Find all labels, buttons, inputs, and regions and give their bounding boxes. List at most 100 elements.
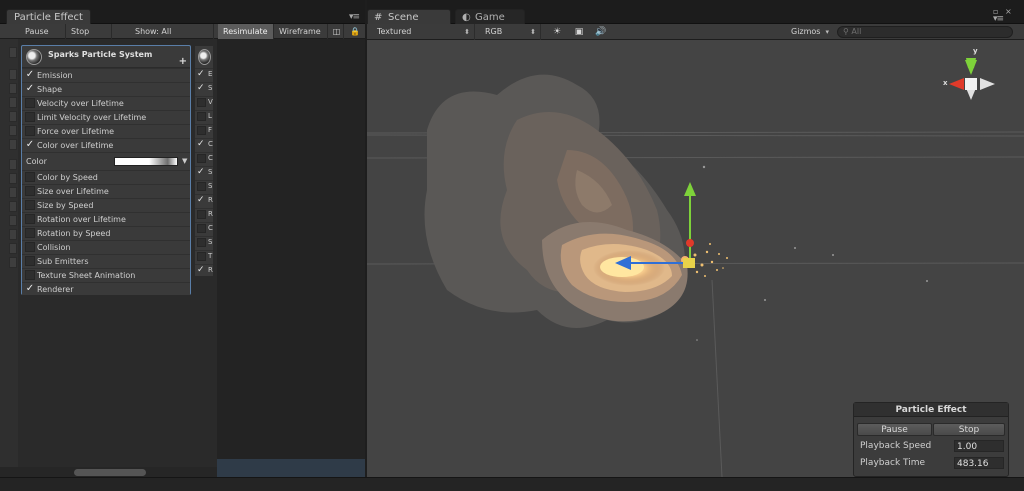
checkbox-unchecked[interactable] [25, 228, 35, 238]
checkbox-unchecked[interactable] [25, 200, 35, 210]
checkbox-unchecked[interactable] [25, 270, 35, 280]
module-row[interactable]: Color by Speed [22, 170, 190, 183]
module-row[interactable]: Force over Lifetime [22, 124, 190, 137]
scene-search-input[interactable]: ⚲ All [837, 26, 1013, 38]
layout-icon[interactable]: ◫ [330, 24, 344, 39]
module-row[interactable]: Size over Lifetime [22, 184, 190, 197]
tab-particle-effect[interactable]: Particle Effect [6, 9, 91, 25]
module-row[interactable]: ✓ E [195, 68, 213, 81]
checkbox-unchecked[interactable] [25, 98, 35, 108]
color-over-lifetime-field[interactable]: Color ▼ [22, 152, 190, 170]
second-particle-system-panel[interactable]: ✓ E ✓ S V L F ✓ C C ✓ S S ✓ R R C S T ✓ R [194, 45, 214, 277]
color-gradient-swatch[interactable] [114, 157, 178, 166]
module-row[interactable]: V [195, 96, 213, 109]
render-mode-dropdown[interactable]: Textured ⬍ [371, 24, 475, 40]
pause-button[interactable]: Pause [20, 24, 66, 39]
checkbox-unchecked[interactable] [25, 242, 35, 252]
checkbox-unchecked[interactable] [197, 98, 206, 107]
resimulate-toggle[interactable]: Resimulate [218, 24, 274, 39]
checkbox-unchecked[interactable] [197, 154, 206, 163]
checkbox-checked-icon[interactable]: ✓ [25, 84, 35, 94]
module-row[interactable]: S [195, 180, 213, 193]
pivot-handle[interactable] [683, 258, 695, 268]
checkbox-unchecked[interactable] [197, 112, 206, 121]
module-row[interactable]: ✓ Emission [22, 68, 190, 81]
checkbox-unchecked[interactable] [197, 252, 206, 261]
module-row[interactable]: Limit Velocity over Lifetime [22, 110, 190, 123]
module-row[interactable]: Rotation over Lifetime [22, 212, 190, 225]
checkbox-unchecked[interactable] [25, 126, 35, 136]
tab-game[interactable]: ◐ Game [455, 9, 525, 25]
checkbox-unchecked[interactable] [197, 210, 206, 219]
gizmos-dropdown[interactable]: Gizmos ▾ [785, 24, 833, 40]
overlay-stop-button[interactable]: Stop [933, 423, 1005, 436]
sparks-particle-system-panel[interactable]: Sparks Particle System + ✓ Emission ✓ Shape… [21, 45, 191, 295]
audio-toggle-icon[interactable]: 🔊 [591, 26, 611, 38]
tab-scene[interactable]: # Scene [367, 9, 451, 25]
checkbox-unchecked[interactable] [25, 186, 35, 196]
chevron-down-icon[interactable]: ▼ [182, 157, 187, 165]
checkbox-checked-icon[interactable]: ✓ [25, 284, 35, 294]
horizontal-scrollbar[interactable] [0, 467, 217, 477]
module-row[interactable]: ✓ Shape [22, 82, 190, 95]
checkbox-unchecked[interactable] [25, 112, 35, 122]
module-row[interactable]: L [195, 110, 213, 123]
module-row[interactable]: F [195, 124, 213, 137]
add-module-button[interactable]: + [179, 56, 187, 67]
lighting-toggle-icon[interactable]: ☀ [547, 26, 567, 38]
stop-button[interactable]: Stop [66, 24, 112, 39]
scrollbar-thumb[interactable] [74, 469, 146, 476]
module-row[interactable]: Sub Emitters [22, 254, 190, 267]
checkbox-unchecked[interactable] [197, 126, 206, 135]
checkbox-checked-icon[interactable]: ✓ [197, 140, 206, 149]
lock-icon[interactable]: 🔒 [348, 24, 362, 39]
module-row[interactable]: Velocity over Lifetime [22, 96, 190, 109]
panel-menu-icon[interactable]: ▾≡ [993, 14, 1004, 24]
checkbox-unchecked[interactable] [25, 214, 35, 224]
wireframe-toggle[interactable]: Wireframe [274, 24, 328, 39]
module-row[interactable]: R [195, 208, 213, 221]
strip-marker [9, 125, 17, 136]
checkbox-checked-icon[interactable]: ✓ [197, 168, 206, 177]
checkbox-checked-icon[interactable]: ✓ [197, 70, 206, 79]
checkbox-unchecked[interactable] [197, 238, 206, 247]
checkbox-unchecked[interactable] [197, 182, 206, 191]
checkbox-checked-icon[interactable]: ✓ [25, 70, 35, 80]
checkbox-checked-icon[interactable]: ✓ [197, 266, 206, 275]
module-row[interactable]: ✓ Color over Lifetime [22, 138, 190, 151]
overlay-pause-button[interactable]: Pause [857, 423, 932, 436]
checkbox-checked-icon[interactable]: ✓ [197, 196, 206, 205]
module-row[interactable]: ✓ R [195, 264, 213, 277]
module-row[interactable]: ✓ R [195, 194, 213, 207]
x-axis-handle[interactable] [686, 239, 694, 247]
checkbox-unchecked[interactable] [25, 172, 35, 182]
scene-fx-icon[interactable]: ▣ [569, 26, 589, 38]
module-row[interactable]: ✓ Renderer [22, 282, 190, 295]
module-row[interactable]: ✓ S [195, 166, 213, 179]
module-row[interactable]: C [195, 222, 213, 235]
module-row[interactable]: Size by Speed [22, 198, 190, 211]
color-mode-dropdown[interactable]: RGB ⬍ [479, 24, 541, 40]
module-row[interactable]: Rotation by Speed [22, 226, 190, 239]
strip-marker [9, 111, 17, 122]
module-row[interactable]: T [195, 250, 213, 263]
show-dropdown[interactable]: Show: All [130, 24, 214, 39]
module-row[interactable]: C [195, 152, 213, 165]
panel-menu-icon[interactable]: ▾≡ [349, 12, 360, 22]
particle-system-header[interactable]: Sparks Particle System + [22, 46, 190, 68]
playback-time-field[interactable]: 483.16 [954, 457, 1004, 469]
checkbox-unchecked[interactable] [25, 256, 35, 266]
gizmo-center-cube[interactable] [965, 78, 977, 90]
module-row[interactable]: Texture Sheet Animation [22, 268, 190, 281]
checkbox-unchecked[interactable] [197, 224, 206, 233]
hierarchy-strip [0, 39, 18, 477]
module-row[interactable]: Collision [22, 240, 190, 253]
close-icon[interactable]: × [1005, 7, 1012, 16]
playback-speed-field[interactable]: 1.00 [954, 440, 1004, 452]
curve-editor-area[interactable] [217, 39, 365, 477]
module-row[interactable]: ✓ S [195, 82, 213, 95]
checkbox-checked-icon[interactable]: ✓ [197, 84, 206, 93]
module-row[interactable]: S [195, 236, 213, 249]
module-row[interactable]: ✓ C [195, 138, 213, 151]
checkbox-checked-icon[interactable]: ✓ [25, 140, 35, 150]
